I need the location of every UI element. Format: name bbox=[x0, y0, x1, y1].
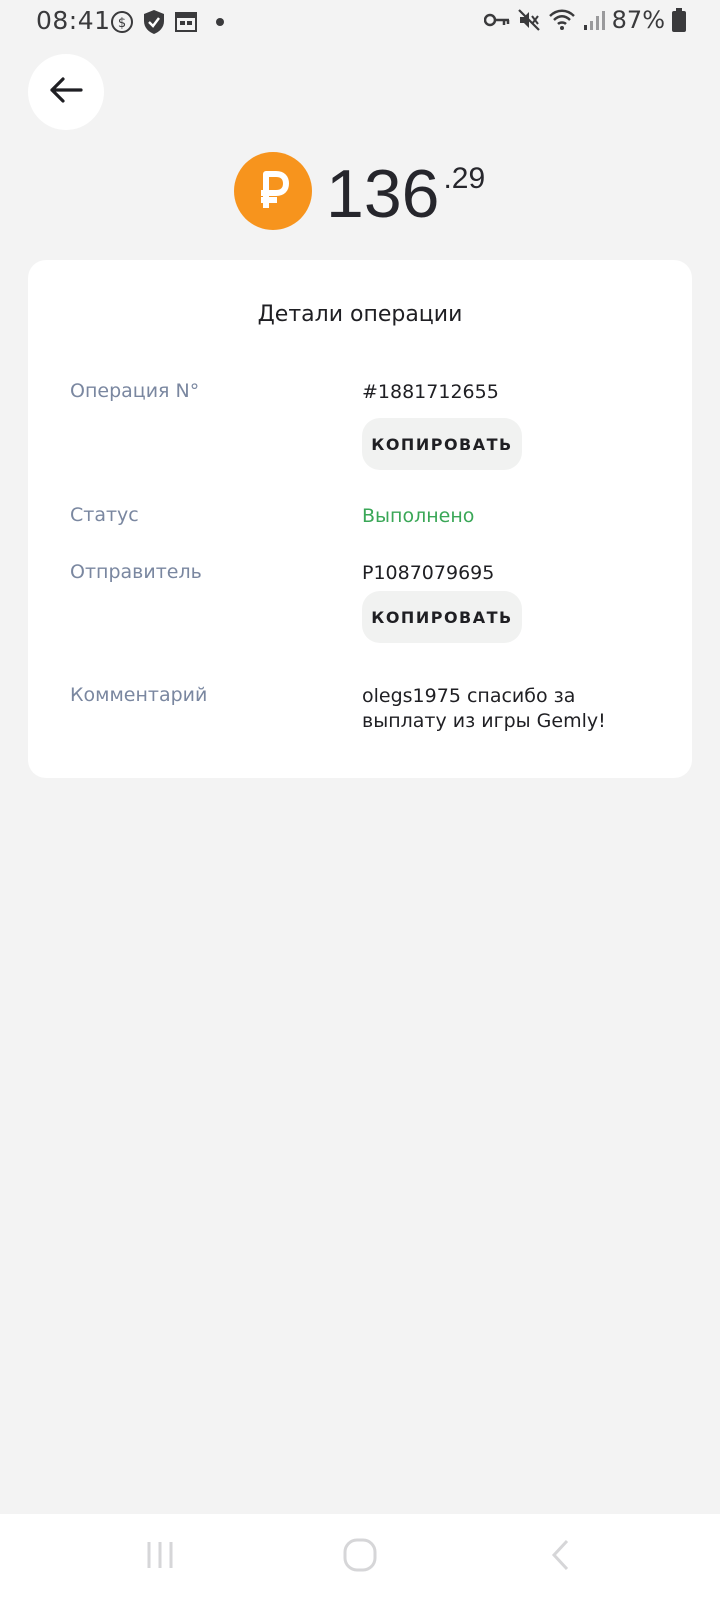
comment-value: olegs1975 спасибо за выплату из игры Gem… bbox=[362, 685, 606, 732]
status-bar: 08:41 $ 87% bbox=[0, 0, 720, 44]
dollar-circle-icon: $ bbox=[110, 10, 134, 34]
dot-icon bbox=[216, 18, 224, 26]
signal-icon bbox=[583, 9, 605, 31]
status-left-icons: $ bbox=[110, 9, 224, 35]
shield-check-icon bbox=[142, 9, 166, 35]
amount-decimal: .29 bbox=[443, 162, 486, 195]
status-value: Выполнено bbox=[362, 505, 475, 527]
copy-sender-button[interactable]: КОПИРОВАТЬ bbox=[362, 591, 522, 643]
arrow-left-icon bbox=[49, 77, 83, 107]
comment-label: Комментарий bbox=[70, 684, 208, 706]
status-time: 08:41 bbox=[36, 6, 111, 35]
card-title: Детали операции bbox=[257, 302, 463, 327]
copy-operation-button[interactable]: КОПИРОВАТЬ bbox=[362, 418, 522, 470]
ruble-coin-icon bbox=[234, 152, 312, 230]
status-right-icons: 87% bbox=[483, 6, 686, 34]
back-button[interactable] bbox=[28, 54, 104, 130]
operation-number-value: #1881712655 bbox=[362, 381, 499, 403]
mute-icon bbox=[517, 8, 541, 32]
system-nav-bar bbox=[0, 1514, 720, 1600]
sender-value: P1087079695 bbox=[362, 562, 495, 584]
battery-percent: 87% bbox=[611, 6, 665, 34]
operation-details-card: Детали операции Операция N° #1881712655 … bbox=[28, 260, 692, 778]
status-label: Статус bbox=[70, 504, 139, 526]
sender-label: Отправитель bbox=[70, 561, 202, 583]
recent-apps-button[interactable] bbox=[130, 1534, 190, 1580]
svg-text:$: $ bbox=[118, 16, 126, 31]
amount-integer: 136 bbox=[326, 156, 440, 232]
amount-display: 136 .29 bbox=[234, 152, 485, 232]
calendar-icon bbox=[174, 11, 198, 33]
system-back-button[interactable] bbox=[530, 1534, 590, 1580]
recent-apps-icon bbox=[145, 1540, 175, 1574]
back-chevron-icon bbox=[549, 1539, 571, 1575]
wifi-icon bbox=[548, 8, 576, 32]
home-icon bbox=[342, 1537, 378, 1577]
home-button[interactable] bbox=[330, 1534, 390, 1580]
battery-icon bbox=[672, 8, 686, 32]
key-icon bbox=[483, 12, 510, 28]
operation-number-label: Операция N° bbox=[70, 380, 200, 402]
